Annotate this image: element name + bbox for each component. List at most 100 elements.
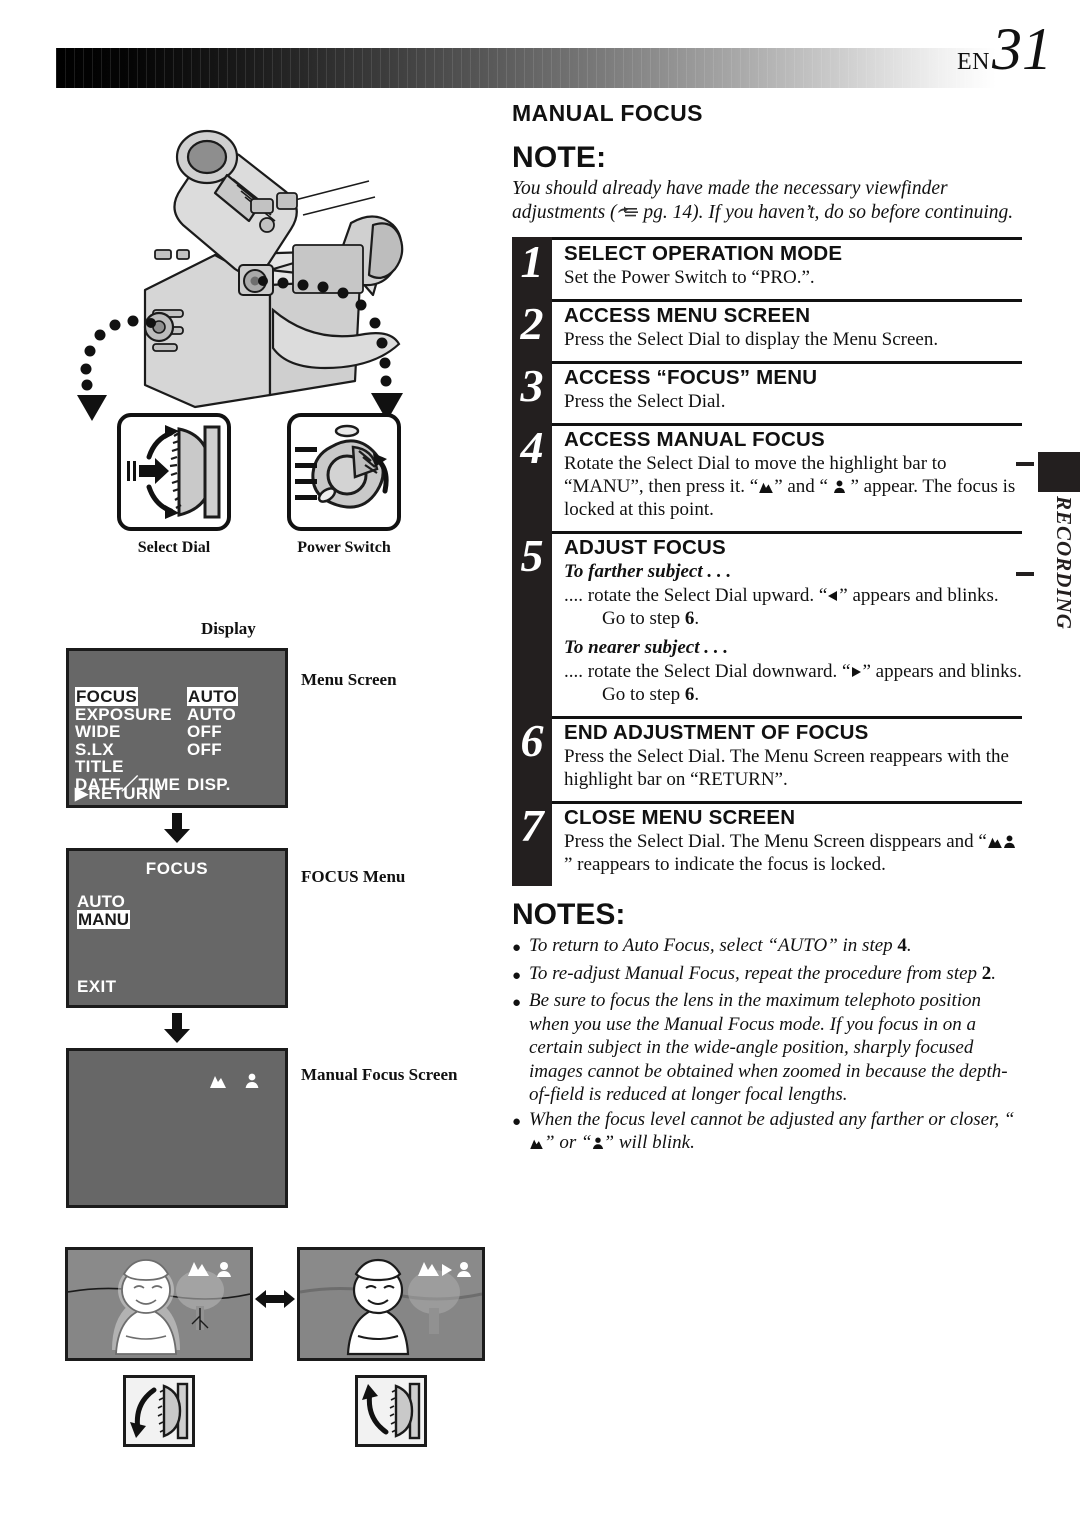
menu-screen-osd: FOCUS AUTO EXPOSURE AUTO WIDE OFF S.LX O… [66,648,288,808]
page-number: EN 31 [957,16,1052,82]
step-item: 6 END ADJUSTMENT OF FOCUS Press the Sele… [512,716,1022,801]
near-focus-scene [297,1247,485,1447]
step-title: CLOSE MENU SCREEN [564,806,796,829]
left-right-arrow-icon [253,1247,297,1309]
goto-label: Go to step [602,608,681,629]
substep-farther-text-a: .... rotate the Select Dial upward. “ [564,585,828,606]
power-switch-label: Power Switch [297,539,391,556]
focus-menu-title: FOCUS [145,859,209,878]
page-number-value: 31 [992,16,1052,82]
note-bold: 2 [981,962,992,984]
focus-option-auto: AUTO [77,892,125,911]
camcorder-illustration [55,95,485,425]
flow-arrow-down-icon [163,1013,191,1043]
menu-item-value: AUTO [187,704,237,724]
step-text: Press the Select Dial. The Menu Screen d… [564,830,1022,876]
step-number: 1 [512,237,552,299]
substep-nearer-heading: To nearer subject . . . [564,637,728,658]
step-text: Press the Select Dial. The Menu Screen r… [564,746,1009,790]
goto-step-number: 6 [684,684,695,705]
manual-focus-indicators [209,1073,259,1088]
page-language-code: EN [957,49,990,75]
menu-row: FOCUS AUTO [75,687,239,706]
note-list-item: ● To return to Auto Focus, select “AUTO”… [512,934,1022,961]
note-list-item: ● To re-adjust Manual Focus, repeat the … [512,962,1022,989]
bullet-icon: ● [512,967,522,984]
step-item: 5 ADJUST FOCUS To farther subject . . . … [512,531,1022,716]
person-icon [1003,835,1015,848]
note-text-b: ). If you haven’t, do so before continui… [692,202,1014,223]
step-number: 7 [512,801,552,886]
step-text: Press the Select Dial. [564,391,726,412]
menu-item-value: OFF [187,722,222,741]
notes-list: ● To return to Auto Focus, select “AUTO”… [512,934,1022,1155]
recording-side-label: RECORDING [1052,496,1076,630]
step-number: 3 [512,361,552,423]
power-switch-box [287,413,401,531]
note-bold: 4 [897,935,907,956]
display-label: Display [201,619,256,638]
illustration-column: Select Dial Power Switch Display FOCUS A… [55,95,485,1447]
menu-row: S.LX OFF [75,739,238,759]
select-dial-label: Select Dial [137,539,211,556]
step4-text-b: ” and “ [774,476,828,497]
mountain-icon [530,1139,543,1149]
menu-item-name: WIDE [75,722,121,741]
note-text-a: To return to Auto Focus, select “AUTO” i… [529,935,898,956]
substep-nearer-text-b: ” appears and blinks. [862,661,1022,682]
dial-rotate-down-icon [355,1375,427,1447]
bullet-icon: ● [512,995,522,1011]
menu-row: TITLE [75,758,238,776]
substep-nearer-text-a: .... rotate the Select Dial downward. “ [564,661,851,682]
focus-menu-caption: FOCUS Menu [301,867,406,886]
pointing-hand-icon [617,206,638,217]
mountain-icon [759,482,774,493]
step-text: Rotate the Select Dial to move the highl… [564,452,1022,521]
mountain-icon [210,1075,226,1088]
note-list-item: ● When the focus level cannot be adjuste… [512,1108,1022,1155]
focus-comparison-illustration [65,1247,485,1447]
far-focus-scene [65,1247,253,1447]
step-title: ACCESS MENU SCREEN [564,304,811,327]
focus-menu-osd: FOCUS AUTO MANU EXIT [66,848,288,1008]
step-number: 6 [512,716,552,801]
control-illustrations: Select Dial Power Switch [117,413,497,556]
menu-return-item: ▶RETURN [75,784,162,803]
step-list: 1 SELECT OPERATION MODE Set the Power Sw… [512,237,1022,886]
note-text-b: ” or “ [544,1132,592,1153]
menu-item-name: S.LX [75,739,114,759]
substep-nearer-goto: Go to step 6. [602,684,700,705]
step-item: 7 CLOSE MENU SCREEN Press the Select Dia… [512,801,1022,886]
note-page-ref: pg. 14 [643,202,693,223]
menu-screen-caption: Menu Screen [301,670,397,689]
menu-item-value: DISP. [187,774,231,794]
menu-screen-rows: FOCUS AUTO EXPOSURE AUTO WIDE OFF S.LX O… [75,687,239,794]
notes-heading: NOTES: [512,898,626,931]
person-icon [245,1073,259,1088]
step-text: Press the Select Dial to display the Men… [564,329,939,350]
step-title: ADJUST FOCUS [564,536,726,559]
bullet-icon: ● [512,1113,522,1130]
step-number: 2 [512,299,552,361]
step-number: 4 [512,423,552,531]
note-heading: NOTE: [512,141,607,174]
step-item: 2 ACCESS MENU SCREEN Press the Select Di… [512,299,1022,361]
header-gradient-bar [56,48,996,88]
person-icon [592,1137,603,1149]
step-item: 1 SELECT OPERATION MODE Set the Power Sw… [512,237,1022,299]
manual-page: EN 31 RECORDING Select Dial Power Switch… [0,0,1080,1533]
power-switch-icon [295,424,389,509]
select-dial-box [117,413,231,531]
recording-tab-block [1038,452,1080,492]
menu-item-value: OFF [187,739,222,759]
step-title: END ADJUSTMENT OF FOCUS [564,721,869,744]
step-item: 3 ACCESS “FOCUS” MENU Press the Select D… [512,361,1022,423]
focus-option-manu: MANU [77,910,130,929]
step-title: ACCESS MANUAL FOCUS [564,428,825,451]
manual-focus-caption: Manual Focus Screen [301,1065,458,1084]
note-text: You should already have made the necessa… [512,177,1022,225]
step-item: 4 ACCESS MANUAL FOCUS Rotate the Select … [512,423,1022,531]
note-text-a: When the focus level cannot be adjusted … [529,1108,1015,1130]
person-icon [833,480,845,493]
substep-farther-heading: To farther subject . . . [564,561,732,582]
